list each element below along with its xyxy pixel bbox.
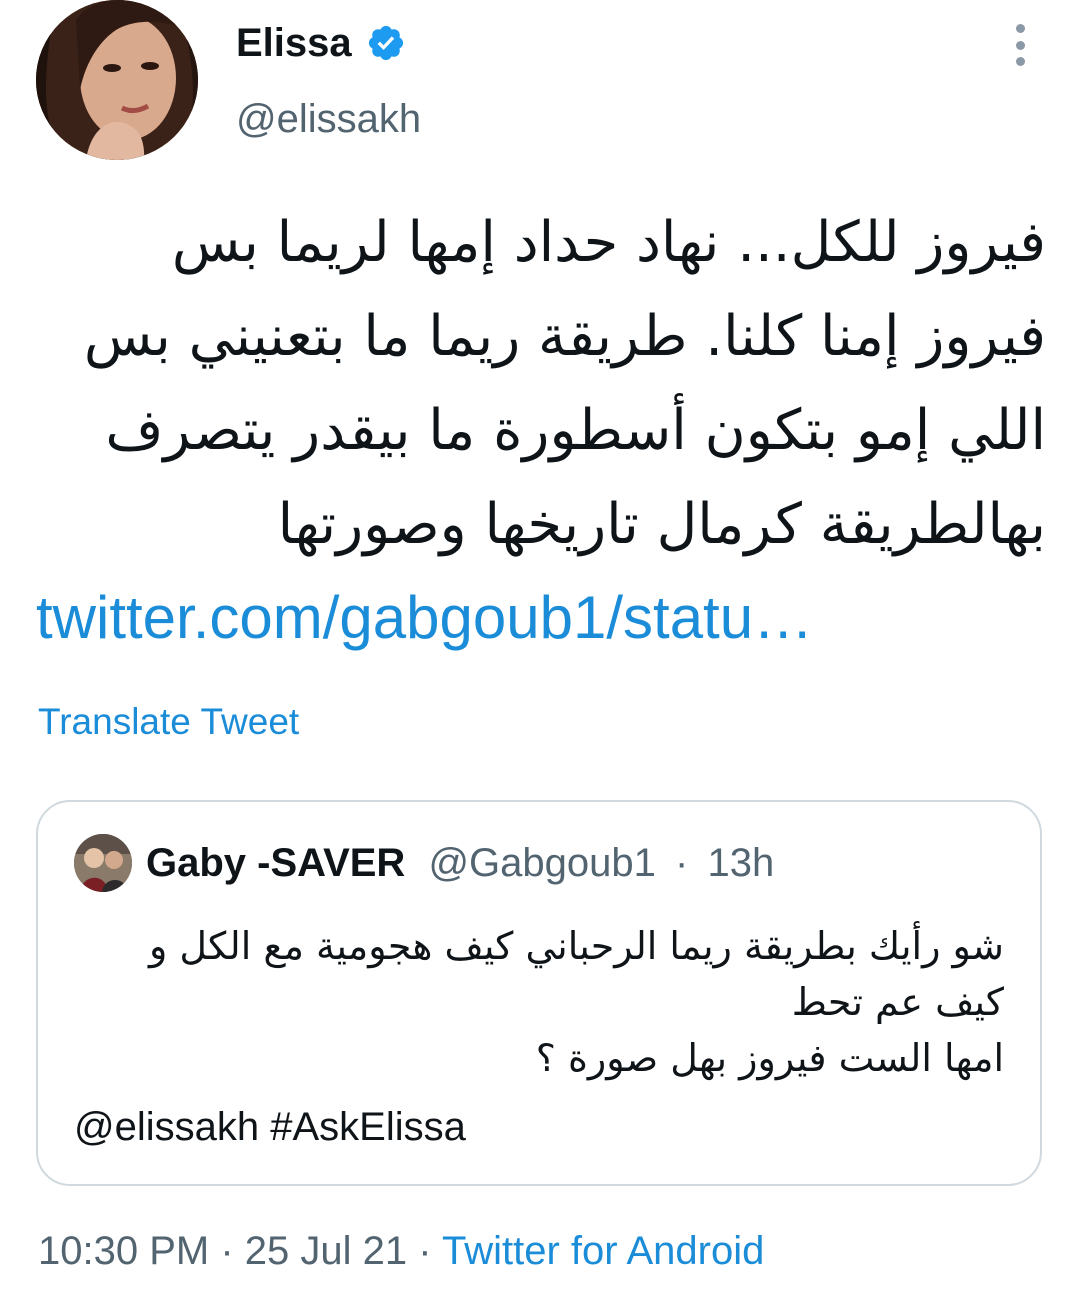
separator-dot: · — [418, 1229, 432, 1273]
author-name-text[interactable]: Elissa — [236, 18, 352, 68]
author-handle[interactable]: @elissakh — [236, 94, 421, 144]
quoted-tweet-text: شو رأيك بطريقة ريما الرحباني كيف هجومية … — [84, 918, 1004, 1086]
tweet-detail: Elissa @elissakh فيروز للكل... نهاد حداد… — [0, 0, 1080, 1315]
quoted-tweet-mentions[interactable]: @elissakh #AskElissa — [74, 1102, 466, 1152]
quoted-text-line: شو رأيك بطريقة ريما الرحباني كيف هجومية … — [148, 924, 1004, 968]
quoted-author-name[interactable]: Gaby -SAVER — [146, 841, 405, 885]
tweet-date: 25 Jul 21 — [244, 1229, 408, 1273]
tweet-text: فيروز للكل... نهاد حداد إمها لريما بس في… — [36, 196, 1046, 572]
quoted-text-line: كيف عم تحط — [791, 980, 1004, 1024]
translate-tweet-button[interactable]: Translate Tweet — [38, 700, 299, 744]
quoted-author-handle[interactable]: @Gabgoub1 — [428, 841, 655, 885]
tweet-text-line: اللي إمو بتكون أسطورة ما بيقدر يتصرف — [105, 398, 1046, 463]
tweet-time: 10:30 PM — [38, 1229, 210, 1273]
tweet-metadata: 10:30 PM · 25 Jul 21 · Twitter for Andro… — [38, 1226, 764, 1276]
quoted-tweet-header: Gaby -SAVER @Gabgoub1 · 13h — [146, 838, 774, 888]
quoted-text-line: امها الست فيروز بهل صورة ؟ — [535, 1036, 1004, 1080]
tweet-link[interactable]: twitter.com/gabgoub1/statu… — [36, 578, 813, 658]
separator-dot: · — [220, 1229, 234, 1273]
author-avatar[interactable] — [36, 0, 198, 160]
author-display-name[interactable]: Elissa — [236, 18, 406, 68]
quoted-tweet-card[interactable]: Gaby -SAVER @Gabgoub1 · 13h شو رأيك بطري… — [36, 800, 1042, 1186]
tweet-text-line: فيروز للكل... نهاد حداد إمها لريما بس — [171, 210, 1046, 275]
tweet-text-line: فيروز إمنا كلنا. طريقة ريما ما بتعنيني ب… — [83, 304, 1046, 369]
quoted-tweet-time: 13h — [707, 841, 775, 885]
verified-badge-icon — [366, 23, 406, 63]
separator-dot: · — [675, 841, 689, 885]
tweet-source-link[interactable]: Twitter for Android — [442, 1229, 764, 1273]
more-options-icon[interactable] — [1008, 24, 1032, 66]
tweet-text-line: بهالطريقة كرمال تاريخها وصورتها — [277, 492, 1046, 557]
quoted-author-avatar[interactable] — [74, 834, 132, 892]
